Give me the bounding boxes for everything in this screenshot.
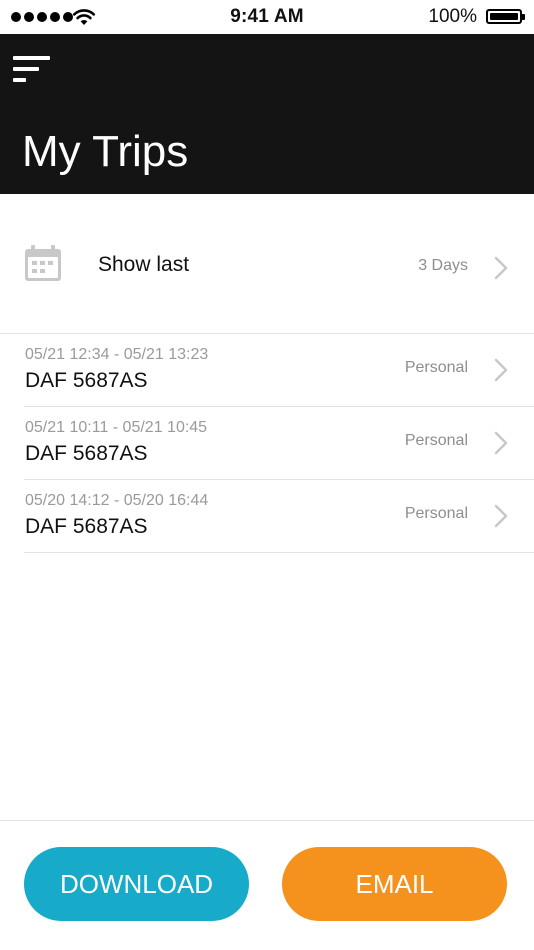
- divider: [0, 820, 534, 821]
- status-bar: 9:41 AM 100%: [0, 0, 534, 34]
- chevron-right-icon: [494, 256, 508, 280]
- battery-percent: 100%: [428, 6, 477, 27]
- trip-vehicle: DAF 5687AS: [25, 442, 148, 465]
- trip-time-range: 05/20 14:12 - 05/20 16:44: [25, 492, 209, 509]
- show-last-filter[interactable]: Show last 3 Days: [0, 194, 534, 334]
- chevron-right-icon: [494, 431, 508, 455]
- email-button[interactable]: EMAIL: [282, 847, 507, 921]
- trip-row[interactable]: 05/21 12:34 - 05/21 13:23 DAF 5687AS Per…: [0, 334, 534, 407]
- trip-type: Personal: [404, 432, 468, 449]
- header: My Trips: [0, 34, 534, 194]
- trip-row[interactable]: 05/21 10:11 - 05/21 10:45 DAF 5687AS Per…: [0, 407, 534, 480]
- divider: [24, 552, 534, 553]
- trip-vehicle: DAF 5687AS: [25, 515, 148, 538]
- trip-vehicle: DAF 5687AS: [25, 369, 148, 392]
- trip-type: Personal: [404, 505, 468, 522]
- trip-time-range: 05/21 10:11 - 05/21 10:45: [25, 419, 208, 436]
- trip-time-range: 05/21 12:34 - 05/21 13:23: [25, 346, 209, 363]
- chevron-right-icon: [494, 504, 508, 528]
- battery-icon: [486, 9, 525, 24]
- download-button[interactable]: DOWNLOAD: [24, 847, 249, 921]
- filter-value: 3 Days: [418, 257, 468, 274]
- page-title: My Trips: [22, 127, 189, 176]
- calendar-icon: [25, 245, 61, 281]
- chevron-right-icon: [494, 358, 508, 382]
- trip-list: 05/21 12:34 - 05/21 13:23 DAF 5687AS Per…: [0, 334, 534, 553]
- filter-label: Show last: [98, 253, 190, 276]
- trip-row[interactable]: 05/20 14:12 - 05/20 16:44 DAF 5687AS Per…: [0, 480, 534, 553]
- menu-icon[interactable]: [13, 56, 53, 88]
- trip-type: Personal: [404, 359, 468, 376]
